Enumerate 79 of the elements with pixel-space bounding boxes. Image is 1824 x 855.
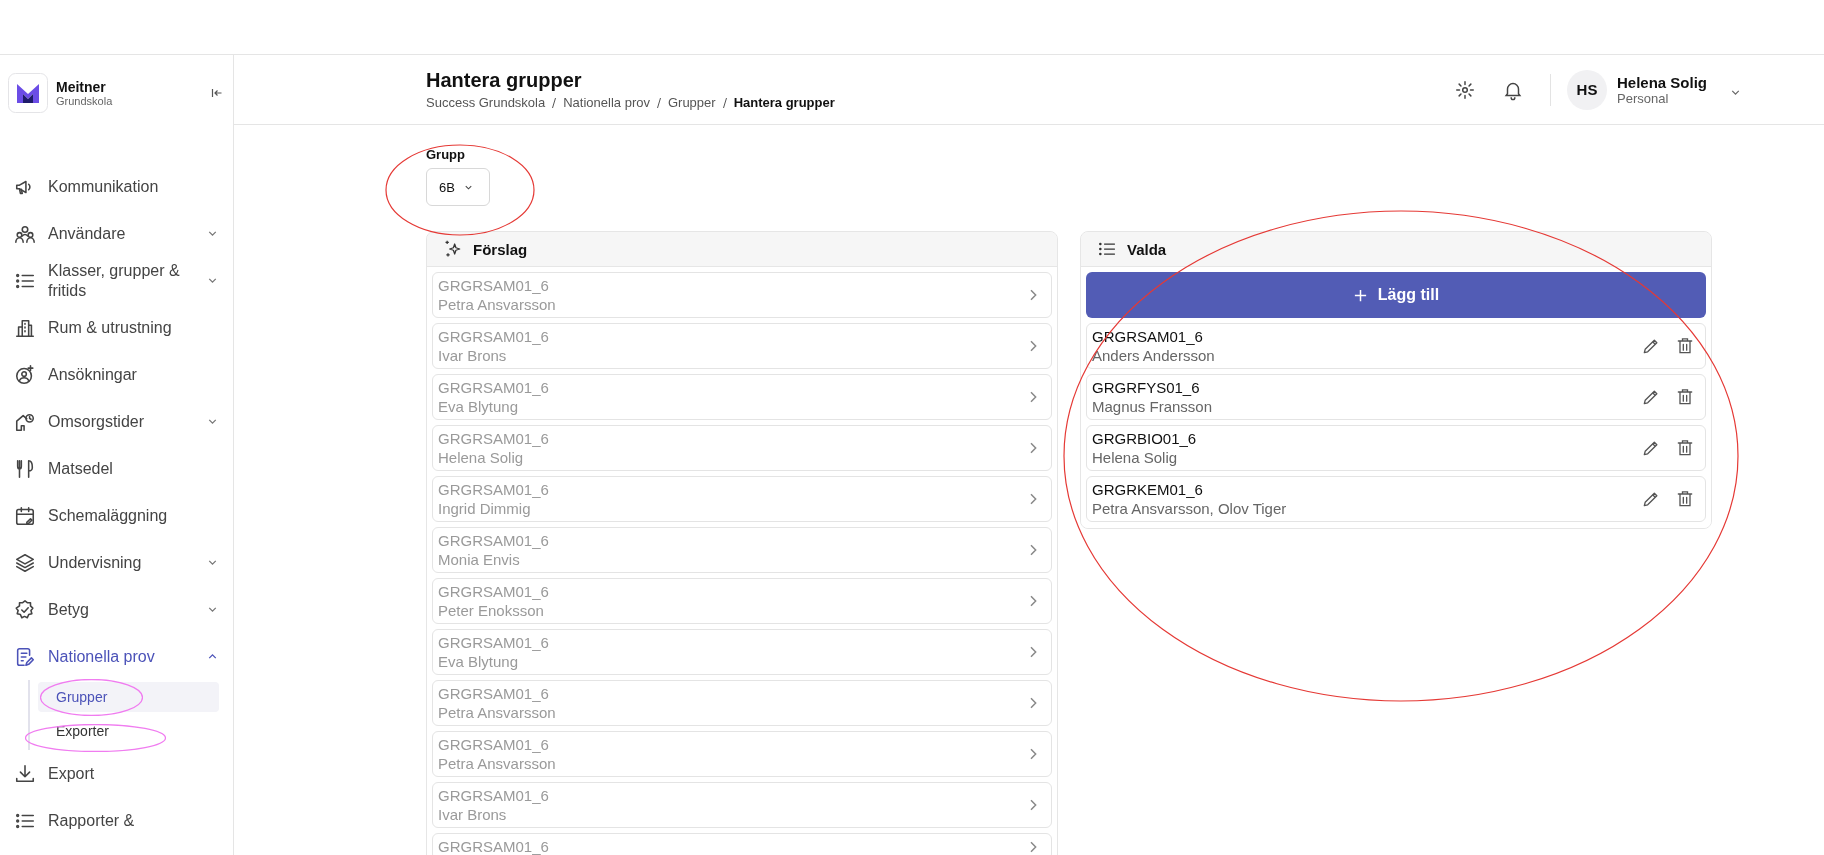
badge-icon <box>14 598 36 621</box>
delete-icon[interactable] <box>1675 336 1695 356</box>
user-avatar[interactable]: HS <box>1567 69 1607 110</box>
breadcrumb-link[interactable]: Nationella prov <box>563 95 650 110</box>
group-code: GRGRSAM01_6 <box>438 480 550 499</box>
panel-title: Förslag <box>473 240 528 258</box>
group-code: GRGRKEM01_6 <box>1092 480 1204 499</box>
nav-item[interactable]: Ansökningar <box>8 351 233 398</box>
sparkles-icon <box>443 239 463 259</box>
breadcrumb-link[interactable]: Success Grundskola <box>426 95 546 110</box>
brand-name: Meitner <box>56 79 107 95</box>
breadcrumb-current: Hantera grupper <box>733 95 835 110</box>
nav-item[interactable]: Betyg <box>8 586 233 633</box>
delete-icon[interactable] <box>1675 438 1695 458</box>
teacher-name: Monia Envis <box>438 550 521 569</box>
logo-icon <box>8 73 48 113</box>
field-label: Grupp <box>426 147 466 162</box>
add-button[interactable]: Lägg till <box>1086 272 1706 318</box>
group-code: GRGRBIO01_6 <box>1092 429 1198 448</box>
nav-item[interactable]: Rapporter & <box>8 797 233 844</box>
panel-title: Valda <box>1127 240 1167 258</box>
nav-item[interactable]: Schemaläggning <box>8 492 233 539</box>
teacher-name: Magnus Fransson <box>1092 397 1214 416</box>
nav-item[interactable]: Kommunikation <box>8 163 233 210</box>
slash-icon <box>721 96 728 109</box>
nav-item[interactable]: Omsorgstider <box>8 398 233 445</box>
delete-icon[interactable] <box>1675 387 1695 407</box>
group-code: GRGRSAM01_6 <box>438 276 550 295</box>
subnav-item[interactable]: Exporter <box>38 716 219 746</box>
user-role: Personal <box>1617 90 1670 106</box>
fork-icon <box>14 457 36 480</box>
nav-item[interactable]: Matsedel <box>8 445 233 492</box>
teacher-name: Petra Ansvarsson <box>438 754 557 773</box>
teacher-name: Eva Blytung <box>438 652 520 671</box>
teacher-name: Petra Ansvarsson, Olov Tiger <box>1092 499 1288 518</box>
group-code: GRGRSAM01_6 <box>438 837 550 855</box>
download-icon <box>14 762 36 785</box>
sun-icon[interactable] <box>1454 78 1476 101</box>
document-icon <box>14 645 36 668</box>
nav-item[interactable]: Klasser, grupper & fritids <box>8 257 233 304</box>
delete-icon[interactable] <box>1675 489 1695 509</box>
teacher-name: Helena Solig <box>1092 448 1179 467</box>
brand-subtitle: Grundskola <box>56 95 114 107</box>
breadcrumb-link[interactable]: Grupper <box>667 95 716 110</box>
group-code: GRGRFYS01_6 <box>1092 378 1201 397</box>
teacher-name: Helena Solig <box>438 448 525 467</box>
collapse-sidebar-icon[interactable] <box>211 87 223 99</box>
teacher-name: Ivar Brons <box>438 346 508 365</box>
nav-item[interactable]: Export <box>8 750 233 797</box>
group-code: GRGRSAM01_6 <box>438 327 550 346</box>
group-code: GRGRSAM01_6 <box>438 429 550 448</box>
user-name: Helena Solig <box>1617 73 1708 91</box>
nav-item[interactable]: Undervisning <box>8 539 233 586</box>
page-title: Hantera grupper <box>426 69 583 92</box>
group-code: GRGRSAM01_6 <box>438 735 550 754</box>
nav-item[interactable]: Rum & utrustning <box>8 304 233 351</box>
group-code: GRGRSAM01_6 <box>438 582 550 601</box>
subnav-item[interactable]: Grupper <box>38 682 219 712</box>
teacher-name: Petra Ansvarsson <box>438 703 557 722</box>
teacher-name: Petra Ansvarsson <box>438 295 557 314</box>
user-plus-icon <box>14 363 36 386</box>
teacher-name: Ingrid Dimmig <box>438 499 532 518</box>
group-dropdown[interactable]: 6B <box>426 168 490 206</box>
slash-icon <box>655 96 662 109</box>
teacher-name: Eva Blytung <box>438 397 520 416</box>
group-code: GRGRSAM01_6 <box>438 684 550 703</box>
group-code: GRGRSAM01_6 <box>438 786 550 805</box>
nav-item[interactable]: Nationella prov <box>8 633 233 680</box>
teacher-name: Anders Andersson <box>1092 346 1216 365</box>
plus-icon <box>1352 287 1368 303</box>
layers-icon <box>14 551 36 574</box>
slash-icon <box>551 96 558 109</box>
group-code: GRGRSAM01_6 <box>438 531 550 550</box>
teacher-name: Peter Enoksson <box>438 601 545 620</box>
group-code: GRGRSAM01_6 <box>438 633 550 652</box>
calendar-icon <box>14 504 36 527</box>
group-code: GRGRSAM01_6 <box>438 378 550 397</box>
nav-item[interactable]: Användare <box>8 210 233 257</box>
teacher-name: Ivar Brons <box>438 805 508 824</box>
